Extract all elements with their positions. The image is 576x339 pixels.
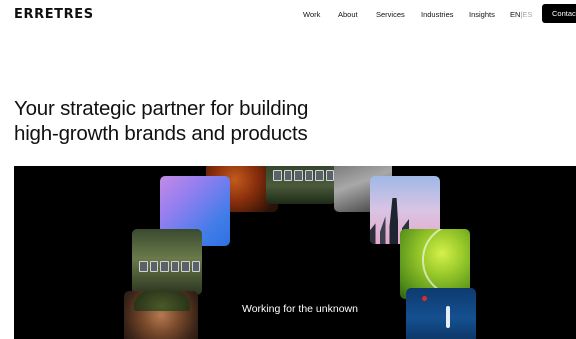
boat-image [406,288,476,339]
solar-panel-image [132,229,202,295]
page-headline: Your strategic partner for building high… [14,96,374,146]
language-switcher: EN|ES [510,10,532,19]
nav-link-industries[interactable]: Industries [421,10,454,19]
brand-logo[interactable]: ERRETRES [14,7,94,22]
hero-caption: Working for the unknown [242,303,358,315]
top-navigation: ERRETRES Work About Services Industries … [0,0,576,30]
portrait-image [124,291,198,339]
nav-link-about[interactable]: About [338,10,358,19]
solar-panel-cells-left [136,261,202,272]
boat-marker [422,296,427,301]
hero-showcase: Working for the unknown [14,166,576,339]
nav-link-work[interactable]: Work [303,10,320,19]
lang-en[interactable]: EN [510,10,520,19]
solar-panel-image-top [266,166,336,204]
portrait-hair [134,291,190,311]
headline-line-2: high-growth brands and products [14,122,308,145]
headline-line-1: Your strategic partner for building [14,97,309,120]
contact-button[interactable]: Contact [542,4,576,23]
nav-link-insights[interactable]: Insights [469,10,495,19]
boat-shape [446,306,450,328]
tennis-ball-seam [422,229,470,297]
solar-panel-cells [270,170,336,181]
lang-es[interactable]: ES [522,10,532,19]
nav-link-services[interactable]: Services [376,10,405,19]
